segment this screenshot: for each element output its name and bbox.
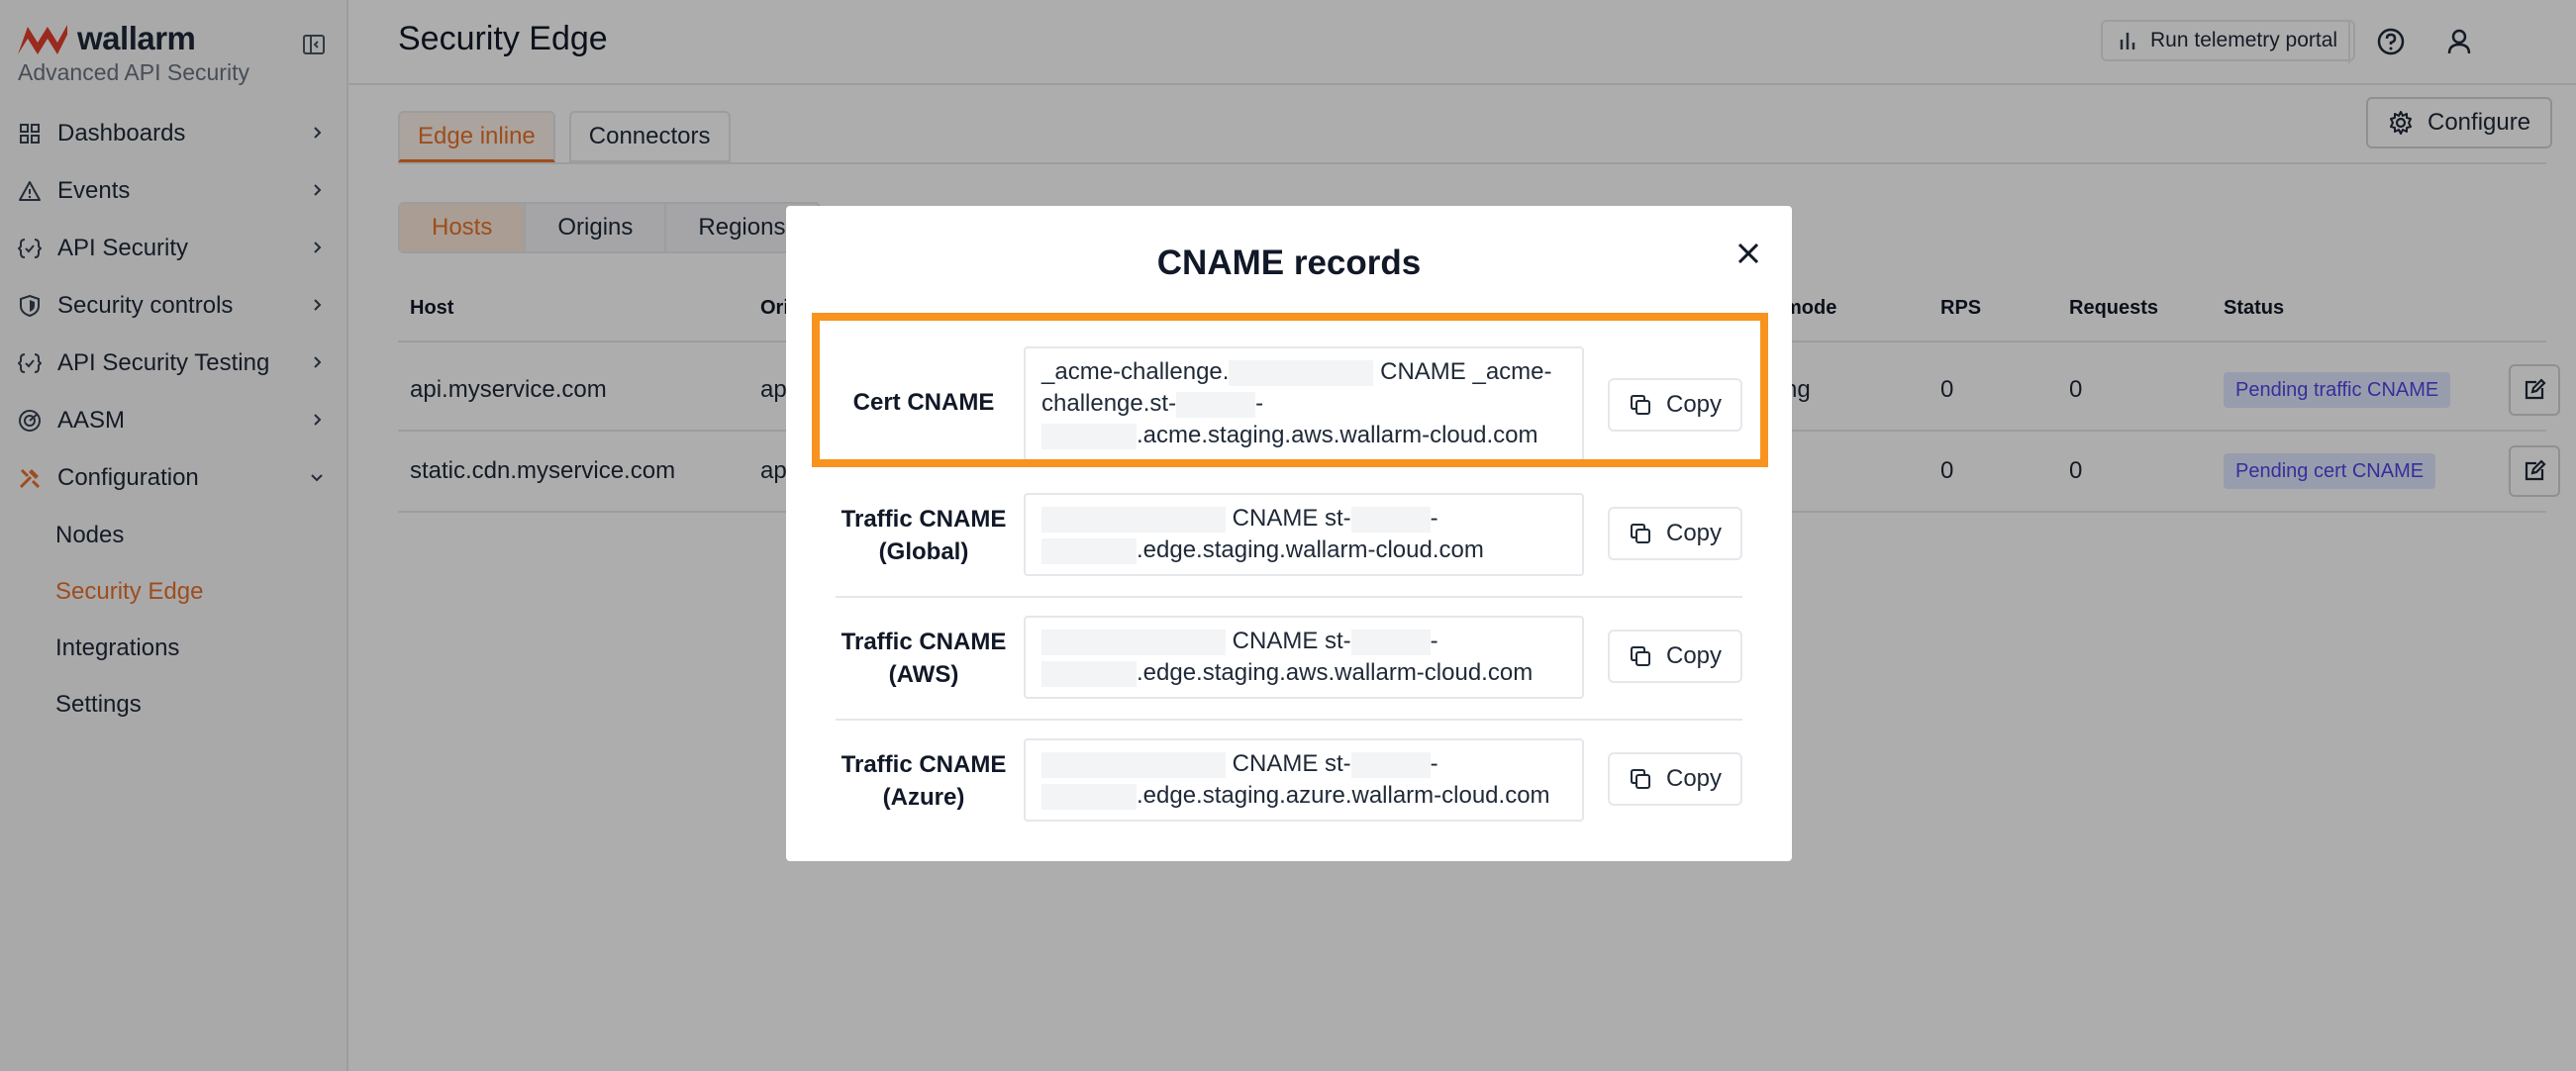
copy-icon bbox=[1630, 524, 1650, 543]
cname-records-modal: CNAME records Cert CNAME _acme-challenge… bbox=[786, 206, 1792, 861]
value-text: - bbox=[1430, 750, 1438, 777]
record-label: Traffic CNAME (Azure) bbox=[841, 751, 1007, 811]
copy-button[interactable]: Copy bbox=[1608, 630, 1742, 683]
copy-icon bbox=[1630, 769, 1650, 789]
value-text: .edge.staging.wallarm-cloud.com bbox=[1137, 536, 1484, 563]
traffic-cname-azure-value[interactable]: CNAME st- - .edge.staging.azure.wallarm-c… bbox=[1024, 738, 1584, 822]
copy-button[interactable]: Copy bbox=[1608, 507, 1742, 560]
highlight-frame bbox=[812, 313, 1768, 467]
redacted-text bbox=[1350, 506, 1431, 533]
value-text: CNAME st- bbox=[1232, 628, 1351, 654]
copy-label: Copy bbox=[1665, 765, 1723, 792]
value-text: CNAME st- bbox=[1232, 750, 1351, 777]
value-text: - bbox=[1430, 505, 1438, 532]
divider bbox=[836, 719, 1742, 721]
copy-label: Copy bbox=[1665, 642, 1723, 669]
copy-button[interactable]: Copy bbox=[1608, 752, 1742, 806]
traffic-cname-global-record: Traffic CNAME (Global) CNAME st- - .edge.s… bbox=[836, 493, 1742, 600]
copy-label: Copy bbox=[1665, 520, 1723, 546]
redacted-text bbox=[1041, 537, 1137, 564]
redacted-text bbox=[1041, 629, 1226, 655]
value-text: CNAME st- bbox=[1232, 505, 1351, 532]
redacted-text bbox=[1041, 506, 1226, 533]
redacted-text bbox=[1350, 629, 1431, 655]
traffic-cname-aws-record: Traffic CNAME (AWS) CNAME st- - .edge.stag… bbox=[836, 616, 1742, 715]
copy-icon bbox=[1630, 646, 1650, 666]
record-label: Traffic CNAME (AWS) bbox=[841, 629, 1007, 688]
record-label: Traffic CNAME (Global) bbox=[841, 506, 1007, 565]
value-text: .edge.staging.azure.wallarm-cloud.com bbox=[1137, 782, 1550, 809]
modal-title: CNAME records bbox=[1156, 243, 1422, 282]
traffic-cname-aws-value[interactable]: CNAME st- - .edge.staging.aws.wallarm-clo… bbox=[1024, 616, 1584, 699]
divider bbox=[836, 596, 1742, 598]
traffic-cname-azure-record: Traffic CNAME (Azure) CNAME st- - .edge.st… bbox=[836, 738, 1742, 837]
redacted-text bbox=[1350, 751, 1431, 778]
value-text: - bbox=[1430, 628, 1438, 654]
close-icon[interactable] bbox=[1729, 234, 1768, 273]
value-text: .edge.staging.aws.wallarm-cloud.com bbox=[1137, 659, 1534, 686]
redacted-text bbox=[1041, 660, 1137, 687]
redacted-text bbox=[1041, 751, 1226, 778]
redacted-text bbox=[1041, 783, 1137, 810]
traffic-cname-global-value[interactable]: CNAME st- - .edge.staging.wallarm-cloud.c… bbox=[1024, 493, 1584, 576]
